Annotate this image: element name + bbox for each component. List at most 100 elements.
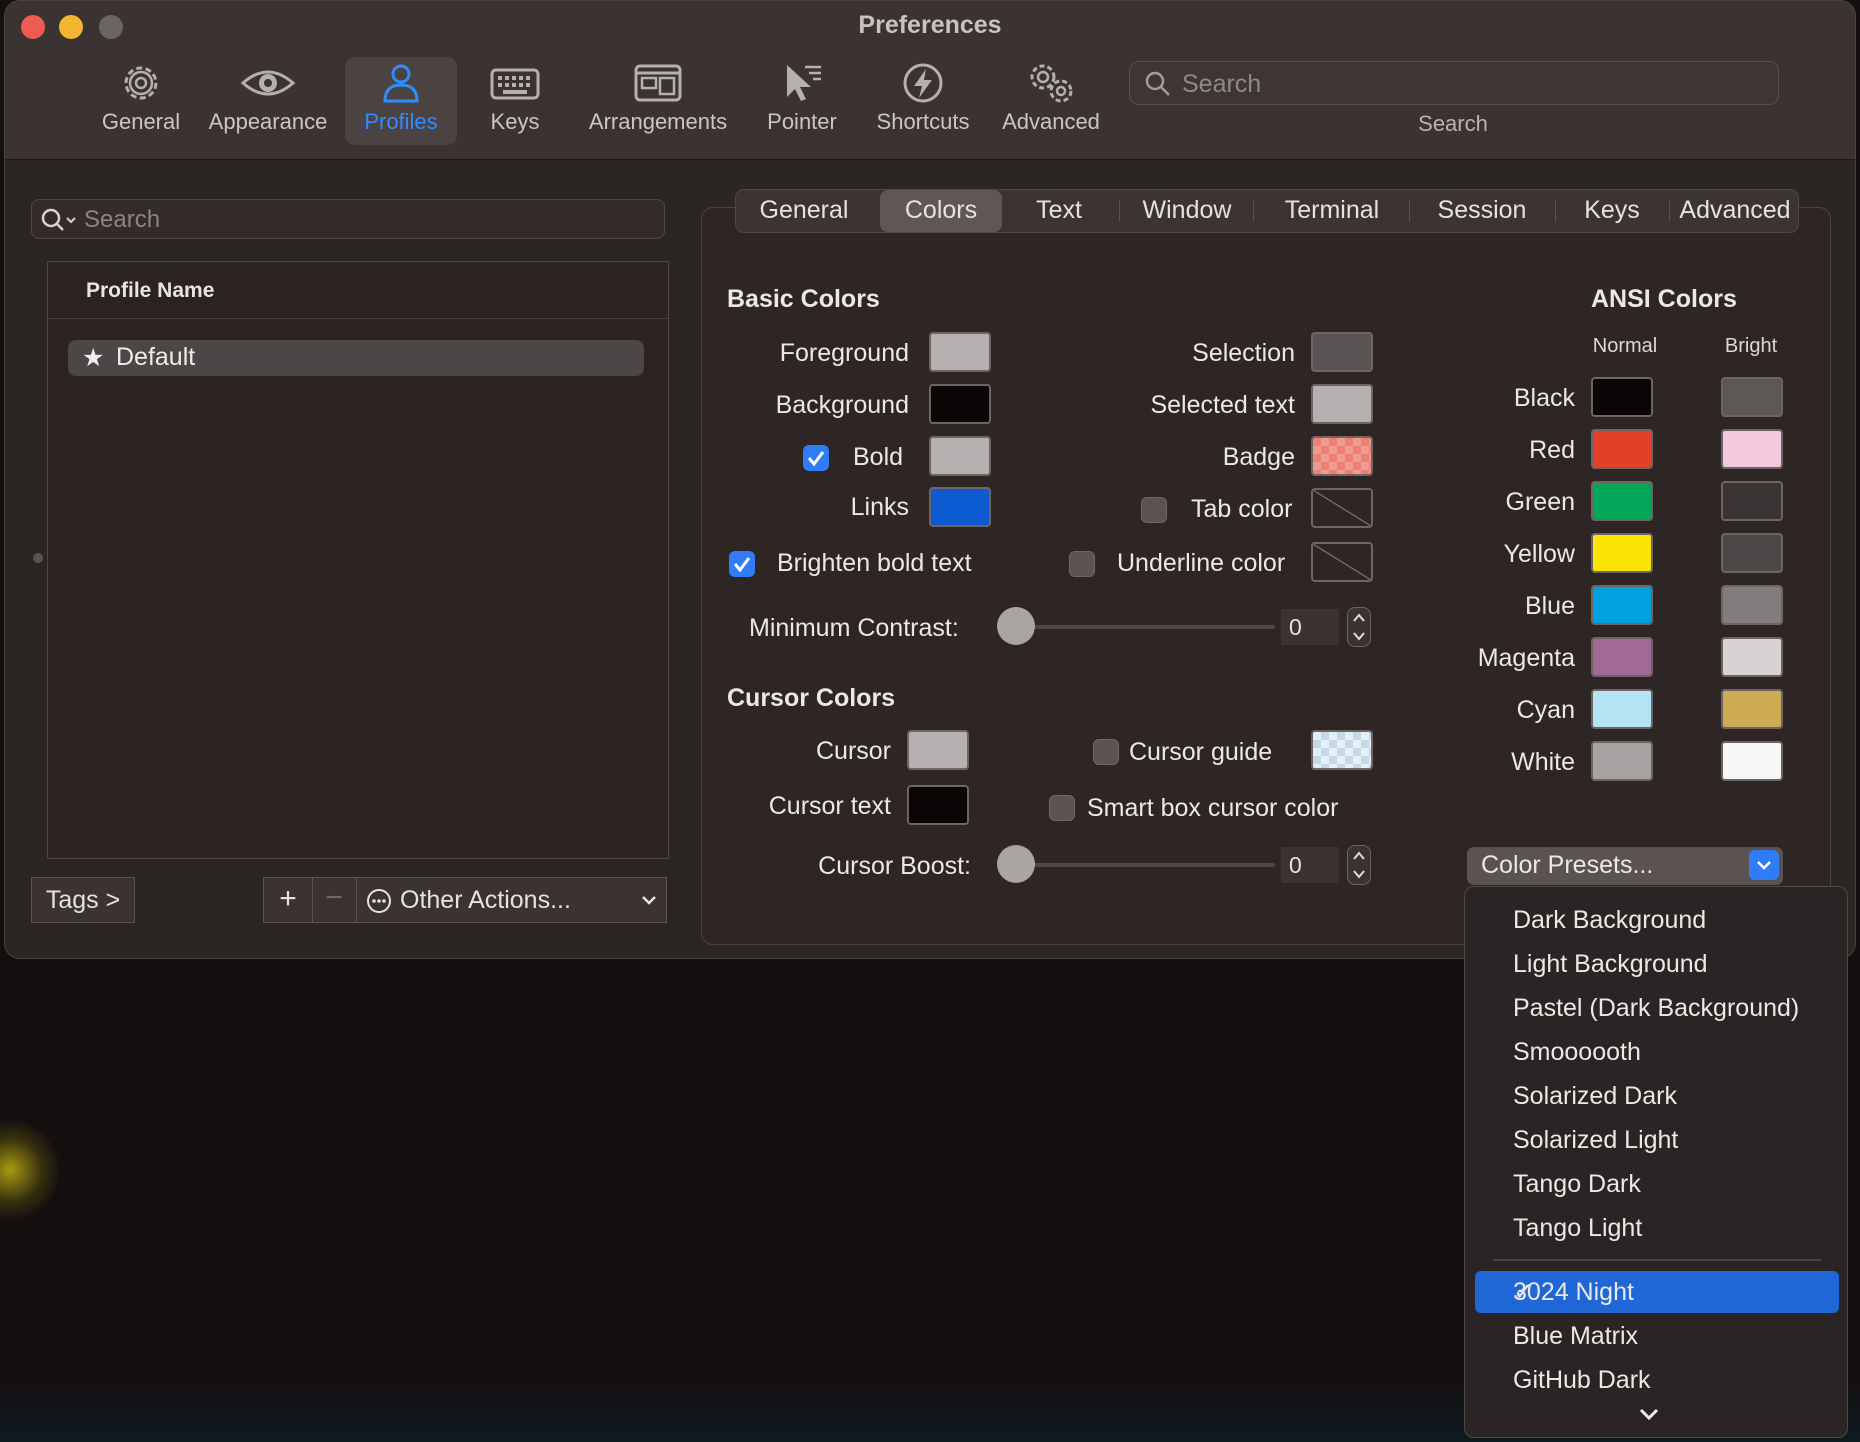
toolbar-shortcuts-button[interactable]: Shortcuts (863, 57, 983, 145)
toolbar-profiles-label: Profiles (364, 109, 438, 134)
minimum-contrast-slider-knob[interactable] (997, 607, 1035, 645)
scroll-down-chevron-icon[interactable] (1637, 1405, 1661, 1423)
cursor-guide-color-well[interactable] (1311, 730, 1373, 770)
ansi-cyan-bright-color-well[interactable] (1721, 689, 1783, 729)
ansi-yellow-bright-color-well[interactable] (1721, 533, 1783, 573)
cursor-boost-stepper[interactable] (1347, 845, 1371, 885)
tab-advanced[interactable]: Advanced (1676, 190, 1794, 232)
tab-general[interactable]: General (750, 190, 858, 232)
selected-text-color-well[interactable] (1311, 384, 1373, 424)
cursor-color-well[interactable] (907, 730, 969, 770)
tab-keys[interactable]: Keys (1562, 190, 1662, 232)
underline-color-checkbox[interactable] (1069, 551, 1095, 577)
cursor-text-label: Cursor text (768, 792, 891, 820)
bold-checkbox[interactable] (803, 445, 829, 471)
toolbar-search-field[interactable]: Search (1129, 61, 1779, 105)
cursor-boost-slider-track[interactable] (1015, 863, 1275, 867)
minimum-contrast-label: Minimum Contrast: (749, 614, 959, 642)
brighten-bold-label: Brighten bold text (777, 549, 972, 577)
ansi-red-bright-color-well[interactable] (1721, 429, 1783, 469)
toolbar-pointer-button[interactable]: Pointer (751, 57, 853, 145)
preset-item-light-background[interactable]: Light Background (1465, 943, 1847, 985)
preset-item-github-dark[interactable]: GitHub Dark (1465, 1359, 1847, 1401)
gear-icon (124, 66, 158, 100)
preset-item-label: Tango Light (1513, 1214, 1643, 1242)
preset-item-label: Solarized Dark (1513, 1082, 1677, 1110)
other-actions-label: Other Actions... (400, 886, 571, 914)
foreground-label: Foreground (779, 339, 909, 367)
ansi-white-bright-color-well[interactable] (1721, 741, 1783, 781)
preset-item-smoooooth[interactable]: Smoooooth (1465, 1031, 1847, 1073)
ansi-black-bright-color-well[interactable] (1721, 377, 1783, 417)
profile-row-default[interactable]: ★ Default (68, 340, 644, 376)
minimum-contrast-field[interactable]: 0 (1281, 609, 1339, 645)
profile-list-header[interactable]: Profile Name (48, 262, 668, 319)
add-profile-button[interactable]: + (264, 878, 313, 922)
color-presets-menu: Dark Background Light Background Pastel … (1464, 886, 1848, 1438)
tab-color-well[interactable] (1311, 488, 1373, 528)
toolbar-arrangements-button[interactable]: Arrangements (577, 57, 739, 145)
tab-terminal[interactable]: Terminal (1262, 190, 1402, 232)
ansi-cyan-normal-color-well[interactable] (1591, 689, 1653, 729)
ansi-black-normal-color-well[interactable] (1591, 377, 1653, 417)
cursor-colors-heading: Cursor Colors (727, 684, 896, 712)
background-color-well[interactable] (929, 384, 991, 424)
toolbar-keys-label: Keys (490, 109, 540, 134)
profile-actions: + − Other Actions... (263, 877, 667, 923)
ansi-magenta-bright-color-well[interactable] (1721, 637, 1783, 677)
minimum-contrast-slider-track[interactable] (1015, 625, 1275, 629)
brighten-bold-checkbox[interactable] (729, 551, 755, 577)
profile-search-field[interactable]: Search (31, 199, 665, 239)
ansi-blue-normal-color-well[interactable] (1591, 585, 1653, 625)
other-actions-button[interactable]: Other Actions... (358, 878, 666, 922)
tab-window[interactable]: Window (1128, 190, 1246, 232)
preset-item-3024-night[interactable]: ✓ 3024 Night (1475, 1271, 1839, 1313)
toolbar-general-button[interactable]: General (91, 57, 191, 145)
remove-profile-button[interactable]: − (312, 878, 357, 922)
toolbar-arrangements-label: Arrangements (588, 109, 728, 134)
ansi-yellow-normal-color-well[interactable] (1591, 533, 1653, 573)
bold-color-well[interactable] (929, 436, 991, 476)
color-presets-button[interactable]: Color Presets... (1467, 847, 1783, 885)
resize-handle[interactable] (33, 553, 43, 563)
dropdown-indicator (1749, 850, 1779, 880)
preset-item-solarized-dark[interactable]: Solarized Dark (1465, 1075, 1847, 1117)
tab-color-checkbox[interactable] (1141, 497, 1167, 523)
ansi-magenta-normal-color-well[interactable] (1591, 637, 1653, 677)
toolbar-appearance-button[interactable]: Appearance (203, 57, 333, 145)
window-title: Preferences (858, 11, 1002, 39)
ansi-green-normal-color-well[interactable] (1591, 481, 1653, 521)
preset-item-dark-background[interactable]: Dark Background (1465, 899, 1847, 941)
selection-color-well[interactable] (1311, 332, 1373, 372)
toolbar-general-label: General (101, 109, 181, 134)
preset-item-solarized-light[interactable]: Solarized Light (1465, 1119, 1847, 1161)
smart-box-cursor-checkbox[interactable] (1049, 795, 1075, 821)
underline-color-well[interactable] (1311, 542, 1373, 582)
links-color-well[interactable] (929, 487, 991, 527)
cursor-text-color-well[interactable] (907, 785, 969, 825)
ansi-white-normal-color-well[interactable] (1591, 741, 1653, 781)
badge-color-well[interactable] (1311, 436, 1373, 476)
toolbar-profiles-button[interactable]: Profiles (345, 57, 457, 145)
tags-button[interactable]: Tags > (31, 877, 135, 923)
ansi-green-bright-color-well[interactable] (1721, 481, 1783, 521)
profile-search-placeholder: Search (84, 206, 161, 233)
preset-item-tango-light[interactable]: Tango Light (1465, 1207, 1847, 1249)
tab-session[interactable]: Session (1416, 190, 1548, 232)
preset-item-blue-matrix[interactable]: Blue Matrix (1465, 1315, 1847, 1357)
preset-item-tango-dark[interactable]: Tango Dark (1465, 1163, 1847, 1205)
cursor-boost-slider-knob[interactable] (997, 845, 1035, 883)
tab-text[interactable]: Text (1012, 190, 1106, 232)
preset-item-pastel[interactable]: Pastel (Dark Background) (1465, 987, 1847, 1029)
foreground-color-well[interactable] (929, 332, 991, 372)
toolbar-search-label: Search (1418, 111, 1488, 136)
toolbar-advanced-button[interactable]: Advanced (995, 57, 1107, 145)
cursor-guide-checkbox[interactable] (1093, 739, 1119, 765)
cursor-boost-field[interactable]: 0 (1281, 847, 1339, 883)
minimum-contrast-stepper[interactable] (1347, 607, 1371, 647)
toolbar-keys-button[interactable]: Keys (469, 57, 561, 145)
ansi-blue-bright-color-well[interactable] (1721, 585, 1783, 625)
toolbar-shortcuts-label: Shortcuts (876, 109, 970, 134)
ansi-red-normal-color-well[interactable] (1591, 429, 1653, 469)
tab-colors[interactable]: Colors (880, 190, 1002, 232)
